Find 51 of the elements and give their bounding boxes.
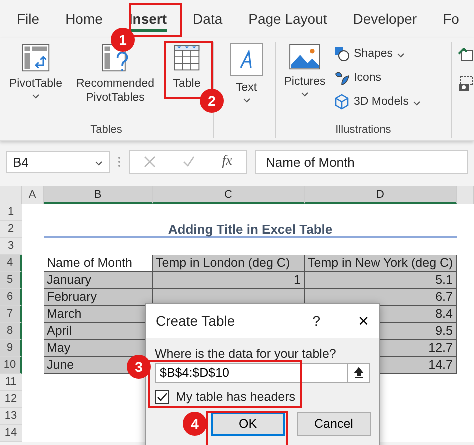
column-header[interactable]: B — [44, 186, 153, 204]
ribbon-tab[interactable]: Data — [193, 6, 223, 32]
ribbon-button[interactable]: Shapes — [332, 44, 423, 64]
table-cell: 1 — [153, 272, 305, 289]
row-header[interactable]: 5 — [0, 272, 22, 289]
dialog-title: Create Table — [156, 313, 236, 329]
row-header[interactable]: 2 — [0, 221, 22, 238]
dialog-button[interactable]: Cancel — [297, 412, 371, 436]
ribbon-button[interactable]: Icons — [332, 68, 423, 88]
step-badge: 2 — [200, 89, 224, 113]
range-field[interactable]: $B$4:$D$10 — [155, 363, 348, 383]
table-cell: 5.1 — [305, 272, 457, 289]
row-header[interactable]: 13 — [0, 408, 22, 425]
dialog-button[interactable]: OK — [211, 412, 285, 436]
formula-field[interactable]: Name of Month — [255, 150, 468, 174]
ribbon-tab[interactable]: Fo — [443, 6, 460, 32]
header-cell: Name of Month — [44, 255, 153, 272]
ribbon-button[interactable]: Text — [222, 42, 271, 104]
row-header[interactable]: 11 — [0, 374, 22, 391]
group-label: Tables — [90, 124, 124, 138]
ribbon-tab[interactable]: Developer — [353, 6, 418, 32]
insert-function-button[interactable]: fx — [222, 154, 232, 170]
header-cell: Temp in New York (deg C) — [305, 255, 457, 272]
column-header[interactable]: D — [305, 186, 457, 204]
column-header[interactable]: C — [153, 186, 305, 204]
table-cell: January — [44, 272, 153, 289]
row-header[interactable]: 4 — [0, 255, 22, 272]
ribbon-tab[interactable]: Page Layout — [248, 6, 328, 32]
row-header[interactable]: 8 — [0, 323, 22, 340]
step-badge: 1 — [111, 28, 135, 52]
cell-reference: B4 — [13, 154, 29, 170]
header-cell: Temp in London (deg C) — [153, 255, 305, 272]
row-header[interactable]: 12 — [0, 391, 22, 408]
column-header[interactable]: A — [22, 186, 44, 204]
row-header[interactable]: 9 — [0, 340, 22, 357]
row-header[interactable]: 3 — [0, 238, 22, 255]
ribbon-tab[interactable]: Home — [66, 6, 103, 32]
ribbon-button[interactable]: PivotTable — [4, 42, 68, 100]
row-header[interactable]: 7 — [0, 306, 22, 323]
ribbon-tab[interactable]: File — [17, 6, 40, 32]
sheet-title: Adding Title in Excel Table — [44, 221, 457, 238]
ribbon-button[interactable]: Pictures — [280, 42, 330, 98]
ribbon-button[interactable]: Table — [165, 42, 209, 91]
group-label: Illustrations — [334, 124, 392, 138]
ribbon-button[interactable]: 3D Models — [332, 92, 423, 112]
row-header[interactable]: 14 — [0, 425, 22, 442]
name-box[interactable]: B4 — [6, 151, 110, 173]
row-header[interactable]: 6 — [0, 289, 22, 306]
row-header[interactable]: 1 — [0, 204, 22, 221]
row-header[interactable]: 10 — [0, 357, 22, 374]
checkbox-label[interactable]: My table has headers — [176, 390, 296, 404]
